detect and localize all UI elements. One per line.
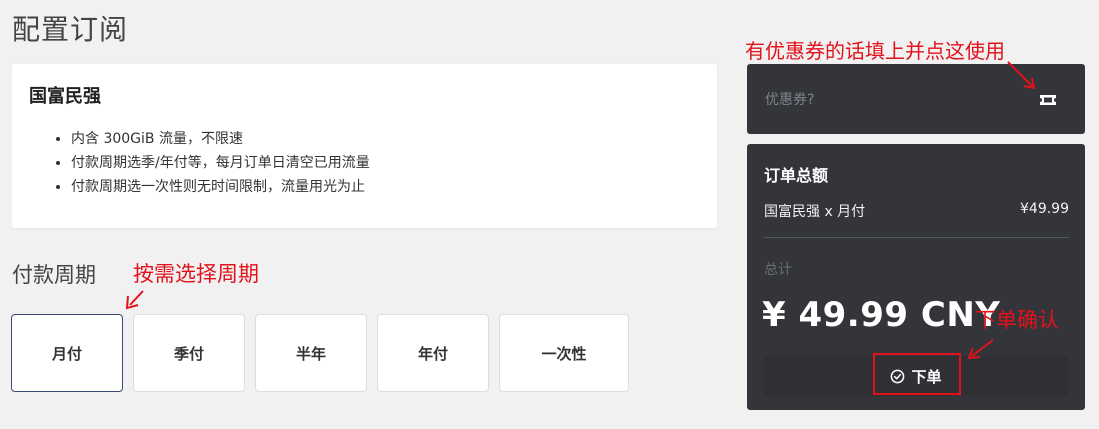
plan-feature: 付款周期选一次性则无时间限制，流量用光为止: [71, 175, 370, 199]
summary-divider: [764, 237, 1069, 238]
period-option-one-time[interactable]: 一次性: [499, 314, 629, 392]
total-label: 总计: [764, 262, 792, 278]
annotation-order-hint: 下单确认: [975, 308, 1059, 332]
ticket-icon[interactable]: [1039, 92, 1057, 106]
plan-feature: 内含 300GiB 流量，不限速: [71, 127, 370, 151]
page-title: 配置订阅: [12, 13, 129, 46]
summary-line-item: 国富民强 x 月付: [764, 204, 866, 220]
total-amount: ¥ 49.99 CNY: [762, 295, 1001, 335]
annotation-period-hint: 按需选择周期: [133, 262, 259, 286]
annotation-highlight-box: [873, 353, 961, 395]
period-label: 付款周期: [12, 263, 96, 287]
period-option-quarterly[interactable]: 季付: [133, 314, 245, 392]
plan-features-list: 内含 300GiB 流量，不限速 付款周期选季/年付等，每月订单日清空已用流量 …: [29, 127, 370, 199]
summary-line-price: ¥49.99: [1020, 201, 1069, 217]
period-option-monthly[interactable]: 月付: [11, 314, 123, 392]
plan-name: 国富民强: [29, 86, 101, 107]
period-options: 月付 季付 半年 年付 一次性: [11, 314, 629, 392]
arrow-period-head: [125, 295, 139, 310]
summary-title: 订单总额: [764, 166, 829, 185]
coupon-input[interactable]: [763, 87, 1007, 113]
arrow-period: [129, 290, 144, 306]
coupon-box: [747, 64, 1085, 134]
plan-feature: 付款周期选季/年付等，每月订单日清空已用流量: [71, 151, 370, 175]
annotation-coupon-hint: 有优惠券的话填上并点这使用: [745, 39, 1005, 63]
plan-card: 国富民强 内含 300GiB 流量，不限速 付款周期选季/年付等，每月订单日清空…: [12, 64, 717, 228]
period-option-yearly[interactable]: 年付: [377, 314, 489, 392]
period-option-half-year[interactable]: 半年: [255, 314, 367, 392]
